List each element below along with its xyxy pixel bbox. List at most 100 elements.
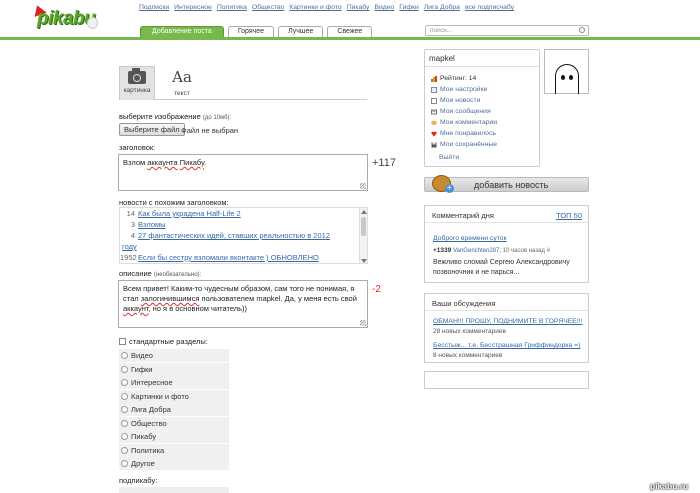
comment-icon — [431, 120, 437, 125]
similar-count: 4 — [130, 231, 135, 240]
comment-hash-link[interactable]: # — [547, 248, 550, 254]
username[interactable]: mapkel — [429, 54, 455, 63]
add-news-button[interactable]: + добавить новость — [424, 175, 589, 193]
similar-link[interactable]: Как была украдена Half-Life 2 — [138, 208, 241, 219]
radio-icon[interactable] — [121, 352, 128, 359]
post-type-text-button[interactable]: Aa текст — [164, 66, 200, 100]
radio-icon[interactable] — [121, 392, 128, 400]
rating-text: Рейтинг: 14 — [440, 75, 477, 82]
sections-radio-list: Видео Гифки Интересное Картинки и фото Л… — [119, 349, 229, 471]
scroll-thumb[interactable] — [361, 217, 366, 236]
desc-text-2: залогинившимся — [140, 294, 200, 303]
similar-link[interactable]: Если бы сестру взломали вконтакте ) ОБНО… — [138, 252, 319, 263]
similar-scrollbar[interactable] — [359, 208, 367, 263]
main-tabs: Добавление поста Горячее Лучшее Свежее — [140, 26, 373, 37]
nav-link-politics[interactable]: Политика — [217, 4, 247, 11]
menu-news[interactable]: Мои новости — [431, 95, 497, 106]
search-placeholder: поиск... — [430, 27, 453, 34]
section-option-interesting[interactable]: Интересное — [119, 376, 229, 389]
nav-link-pictures[interactable]: Картинки и фото — [289, 4, 341, 11]
heart-icon — [431, 131, 437, 136]
text-aa-icon: Aa — [172, 68, 192, 86]
similar-link[interactable]: 27 фантастических идей, ставших реальнос… — [138, 230, 330, 241]
section-option-league[interactable]: Лига Добра — [119, 403, 229, 416]
post-type-switch: картинка Aa текст — [119, 66, 367, 100]
similar-count: 1952 — [120, 253, 137, 262]
menu-comments[interactable]: Мои комментарии — [431, 117, 497, 128]
radio-icon[interactable] — [121, 365, 128, 373]
radio-icon[interactable] — [121, 419, 128, 427]
ghost-face-icon — [555, 64, 579, 94]
radio-icon[interactable] — [121, 406, 128, 413]
nav-link-society[interactable]: Общество — [252, 4, 284, 11]
menu-label: Мои сообщения — [440, 108, 491, 115]
scroll-up-arrow-icon[interactable] — [361, 210, 367, 214]
section-label: Лига Добра — [131, 405, 171, 414]
section-option-gifs[interactable]: Гифки — [119, 362, 229, 376]
comment-post-link[interactable]: Доброго времени суток — [433, 235, 507, 242]
tab-hot[interactable]: Горячее — [227, 26, 275, 37]
list-item: 4 27 фантастических идей, ставших реально… — [120, 230, 367, 241]
nav-link-all-subs[interactable]: все подписчабу — [465, 4, 514, 11]
user-menu-box: mapkel Рейтинг: 14 Мои настройки Мои нов… — [424, 49, 540, 167]
subpikabu-list — [119, 487, 229, 493]
search-icon[interactable] — [579, 27, 585, 33]
search-input[interactable]: поиск... — [425, 25, 589, 36]
section-option-politics[interactable]: Политика — [119, 443, 229, 457]
menu-settings[interactable]: Мои настройки — [431, 84, 497, 95]
radio-icon[interactable] — [121, 433, 128, 440]
title-text-4: Пикабу — [179, 158, 205, 167]
logo-text: pikabu — [37, 8, 96, 29]
menu-liked[interactable]: Мне понравилось — [431, 128, 497, 139]
menu-saved[interactable]: Мои сохранённые — [431, 139, 497, 150]
nav-link-interesting[interactable]: Интересное — [174, 4, 212, 11]
nav-link-league[interactable]: Лига Добра — [424, 4, 460, 11]
nav-link-pikabu[interactable]: Пикабу — [347, 4, 370, 11]
section-label: Гифки — [131, 364, 153, 374]
section-option-pikabu[interactable]: Пикабу — [119, 430, 229, 443]
description-textarea[interactable]: Всем привет! Каким-то чудесным образом, … — [118, 280, 368, 328]
standard-sections-checkbox[interactable] — [119, 338, 126, 345]
similar-link[interactable]: Взломы — [138, 219, 166, 230]
resize-handle[interactable] — [360, 320, 366, 326]
resize-handle[interactable] — [360, 183, 366, 189]
title-textarea[interactable]: Взлом аккаунта Пикабу. — [118, 154, 368, 191]
radio-icon[interactable] — [121, 446, 128, 454]
subpikabu-label: подпикабу: — [119, 476, 158, 485]
comment-author[interactable]: VanGenchten287 — [453, 248, 499, 254]
discussions-panel: Ваши обсуждения ОБМАН!!! ПРОШУ, ПОДНИМИТ… — [424, 293, 589, 363]
nav-link-video[interactable]: Видео — [374, 4, 394, 11]
menu-messages[interactable]: Мои сообщения — [431, 106, 497, 117]
pikabu-logo[interactable]: pikabu — [30, 2, 102, 37]
section-option-other[interactable]: Другое — [119, 457, 229, 470]
nav-link-gifs[interactable]: Гифки — [399, 4, 418, 11]
desc-text-3: пользователем mapkel. Да, у меня есть св… — [199, 294, 357, 303]
section-option-pictures[interactable]: Картинки и фото — [119, 389, 229, 403]
discussion-link[interactable]: Бесстыж... т.е. Бесстрашная Гриффиндорка… — [433, 342, 580, 349]
similar-link-cont[interactable]: году — [122, 241, 137, 252]
header-divider — [0, 37, 700, 40]
nav-link-subscriptions[interactable]: Подписки — [139, 4, 169, 11]
tab-best[interactable]: Лучшее — [278, 26, 324, 37]
radio-icon[interactable] — [121, 460, 128, 467]
description-label: описание (необязательно): — [119, 269, 201, 278]
section-option-society[interactable]: Общество — [119, 416, 229, 430]
comment-meta: +1339 VanGenchten287; 10 часов назад # — [433, 247, 550, 254]
tab-add-post[interactable]: Добавление поста — [140, 26, 224, 37]
discussion-link[interactable]: ОБМАН!!! ПРОШУ, ПОДНИМИТЕ В ГОРЯЧЕЕ!!! — [433, 318, 582, 325]
section-option-video[interactable]: Видео — [119, 349, 229, 362]
settings-icon — [431, 86, 437, 93]
radio-icon[interactable] — [121, 379, 128, 386]
scroll-down-arrow-icon[interactable] — [361, 259, 367, 263]
add-news-label: добавить новость — [474, 180, 549, 190]
discussion-count: 8 новых комментариев — [433, 352, 503, 359]
top50-link[interactable]: ТОП 50 — [556, 211, 582, 220]
choose-file-button[interactable]: Выберите файл — [119, 123, 185, 136]
post-type-picture-label: картинка — [123, 87, 151, 94]
title-text-5: . — [204, 158, 207, 167]
tab-fresh[interactable]: Свежее — [327, 26, 373, 37]
logout-link[interactable]: Выйти — [439, 154, 459, 161]
avatar[interactable] — [544, 49, 589, 94]
section-label: Общество — [131, 418, 167, 428]
post-type-picture-button[interactable]: картинка — [119, 66, 155, 100]
